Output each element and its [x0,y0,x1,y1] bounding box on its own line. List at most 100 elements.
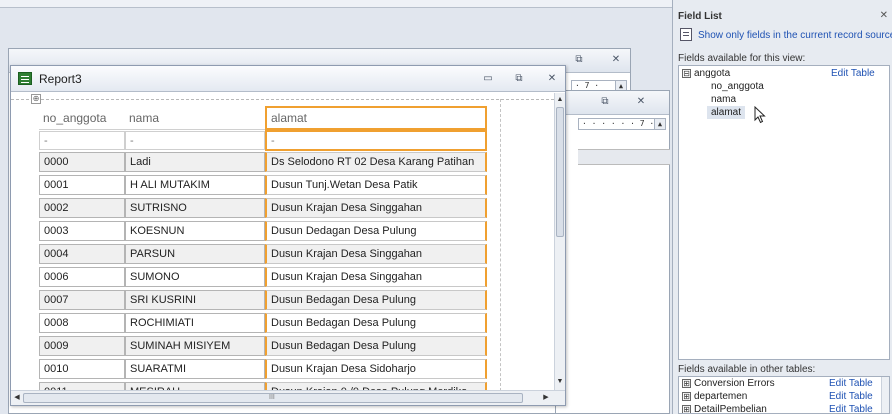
scroll-right-icon[interactable]: ▶ [541,392,551,404]
scroll-thumb[interactable] [556,107,564,237]
cell-alamat[interactable]: Dusun Bedagan Desa Pulung [265,313,487,333]
other-table-name: Conversion Errors [694,378,775,389]
layout-selector-icon[interactable]: ⊕ [31,94,41,104]
cell-nama[interactable]: SUMONO [125,267,265,287]
field-list-title: Field List [678,11,722,22]
cell-nama[interactable]: Ladi [125,152,265,172]
field-item[interactable]: nama [711,93,736,106]
cell-no-anggota[interactable]: 0004 [39,244,125,264]
grip-icon: III [269,394,275,401]
cell-alamat[interactable]: Dusun Krajan 0 /0 Desa Pulung Merdiko [265,382,487,390]
cell-no-anggota[interactable]: 0002 [39,198,125,218]
other-tables-scrollbar[interactable] [881,377,889,413]
mouse-cursor-icon [754,106,766,124]
guide-line [500,99,501,390]
other-table-node[interactable]: ⊞ departemen [682,390,747,403]
scroll-left-icon[interactable]: ◀ [12,392,22,404]
report-window[interactable]: Report3 ▭ ⧉ ✕ ⊕ no_anggota nama alamat -… [10,65,566,406]
other-table-name: departemen [694,391,748,402]
cell-nama[interactable]: KOESNUN [125,221,265,241]
column-header-nama[interactable]: nama [125,108,265,130]
expand-icon[interactable]: ⊞ [682,405,691,413]
edit-table-link[interactable]: Edit Table [829,377,873,390]
cell-no-anggota[interactable]: 0007 [39,290,125,310]
window-title: Report3 [39,72,82,86]
cell-alamat[interactable]: Ds Selodono RT 02 Desa Karang Patihan [265,152,487,172]
cell-nama[interactable]: SRI KUSRINI [125,290,265,310]
report-icon [18,72,32,85]
cell-nama[interactable]: SUARATMI [125,359,265,379]
report-window-titlebar[interactable]: Report3 ▭ ⧉ ✕ [11,66,565,92]
cell-alamat[interactable]: Dusun Krajan Desa Sidoharjo [265,359,487,379]
cell-nama[interactable]: PARSUN [125,244,265,264]
cell-nama[interactable]: H ALI MUTAKIM [125,175,265,195]
cell-alamat[interactable]: Dusun Bedagan Desa Pulung [265,290,487,310]
cell-alamat[interactable]: Dusun Dedagan Desa Pulung [265,221,487,241]
restore-icon[interactable]: ⧉ [572,54,586,66]
filter-cell[interactable]: - [39,131,125,150]
scroll-down-icon[interactable]: ▼ [555,376,565,388]
guide-line [11,99,554,100]
field-item[interactable]: alamat [707,106,746,119]
cell-nama[interactable]: SUMINAH MISIYEM [125,336,265,356]
filter-cell[interactable]: - [125,131,265,150]
background-window-2-titlebar[interactable]: ⧉ ✕ [556,91,669,115]
cell-nama[interactable]: MESIRAH [125,382,265,390]
cell-no-anggota[interactable]: 0009 [39,336,125,356]
cell-alamat[interactable]: Dusun Tunj.Wetan Desa Patik [265,175,487,195]
cell-alamat[interactable]: Dusun Krajan Desa Singgahan [265,267,487,287]
scroll-thumb[interactable]: III [23,393,523,403]
other-table-node[interactable]: ⊞ DetailPembelian [682,403,767,414]
other-tables-label: Fields available in other tables: [678,364,816,375]
column-header-alamat[interactable]: alamat [265,106,487,130]
edit-table-link[interactable]: Edit Table [829,390,873,403]
cell-alamat[interactable]: Dusun Krajan Desa Singgahan [265,198,487,218]
close-icon[interactable]: ✕ [634,96,648,108]
cell-no-anggota[interactable]: 0001 [39,175,125,195]
close-icon[interactable]: ✕ [609,54,623,66]
cell-nama[interactable]: SUTRISNO [125,198,265,218]
report-layout-view[interactable]: ⊕ no_anggota nama alamat - - - 0000 Ladi D… [11,93,554,390]
field-list-pane: Field List ✕ Show only fields in the cur… [672,0,892,414]
section-bar [578,149,670,165]
cell-no-anggota[interactable]: 0011 [39,382,125,390]
available-fields-box: ⊟ anggota Edit Table no_anggota nama alam… [678,65,890,360]
minimize-icon[interactable]: ▭ [481,73,495,85]
fields-available-label: Fields available for this view: [678,53,806,64]
cell-alamat[interactable]: Dusun Krajan Desa Singgahan [265,244,487,264]
ruler-text: · · · · · · 7 · · [582,119,664,128]
filter-fields-icon[interactable] [680,28,692,41]
cell-no-anggota[interactable]: 0003 [39,221,125,241]
horizontal-scrollbar[interactable]: ◀ III ▶ [11,390,565,405]
vertical-scrollbar[interactable]: ▲ ▼ [554,93,565,390]
close-icon[interactable]: ✕ [545,73,559,85]
cell-no-anggota[interactable]: 0008 [39,313,125,333]
cell-nama[interactable]: ROCHIMIATI [125,313,265,333]
cell-no-anggota[interactable]: 0000 [39,152,125,172]
table-name: anggota [694,68,731,79]
show-only-fields-link[interactable]: Show only fields in the current record s… [698,30,892,41]
other-table-node[interactable]: ⊞ Conversion Errors [682,377,775,390]
restore-icon[interactable]: ⧉ [512,73,526,85]
cell-no-anggota[interactable]: 0006 [39,267,125,287]
filter-cell[interactable]: - [265,130,487,151]
collapse-icon[interactable]: ⊟ [682,69,691,78]
background-window-2[interactable]: ⧉ ✕ · · · · · · 7 · · ▲ [555,90,670,414]
ruler-text: · 7 · [575,81,600,90]
close-icon[interactable]: ✕ [880,10,888,21]
edit-table-link[interactable]: Edit Table [831,67,875,80]
edit-table-link[interactable]: Edit Table [829,403,873,413]
cell-alamat[interactable]: Dusun Bedagan Desa Pulung [265,336,487,356]
ruler-scroll-up-icon[interactable]: ▲ [654,119,665,129]
scroll-up-icon[interactable]: ▲ [555,94,565,106]
restore-icon[interactable]: ⧉ [598,96,612,108]
cell-no-anggota[interactable]: 0010 [39,359,125,379]
column-header-no-anggota[interactable]: no_anggota [39,108,125,130]
top-ribbon-edge [0,0,672,8]
other-table-name: DetailPembelian [694,404,767,414]
ruler: · · · · · · 7 · · ▲ [578,118,666,130]
expand-icon[interactable]: ⊞ [682,379,691,388]
table-node-anggota[interactable]: ⊟ anggota [682,67,730,80]
expand-icon[interactable]: ⊞ [682,392,691,401]
field-item[interactable]: no_anggota [711,80,764,93]
